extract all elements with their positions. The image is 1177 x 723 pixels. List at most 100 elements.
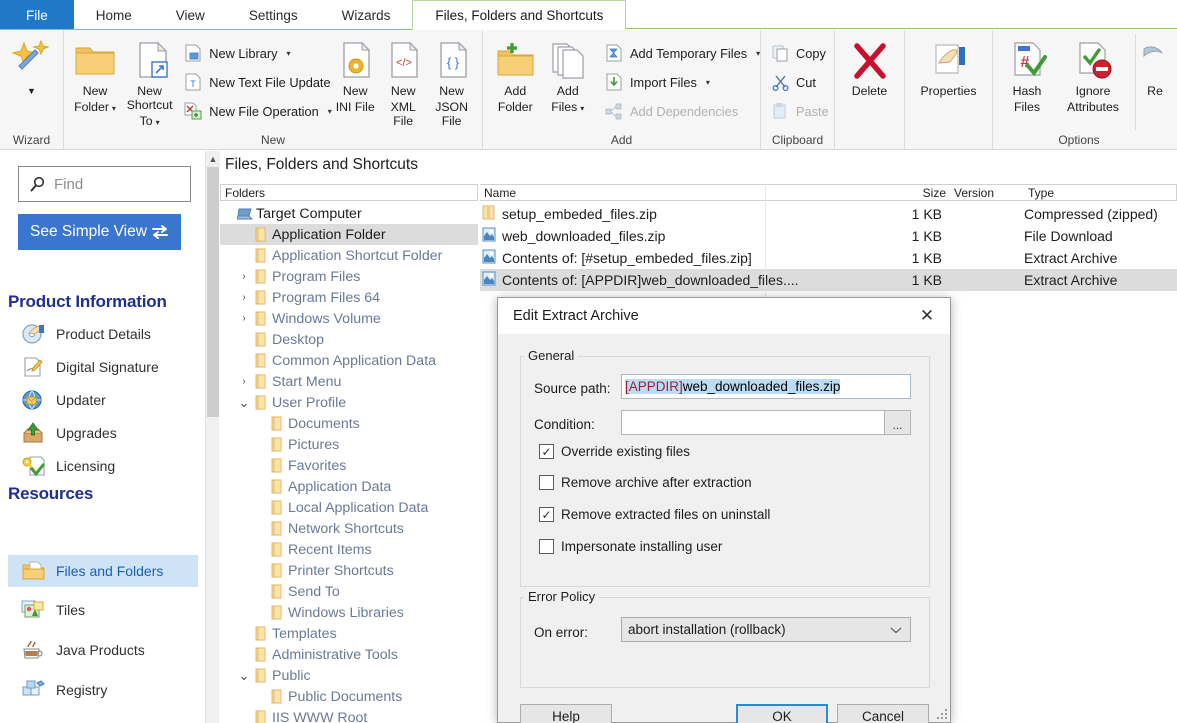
new-text-file-update-button[interactable]: T New Text File Update: [179, 69, 331, 95]
sidebar-item-tiles[interactable]: Tiles: [8, 594, 198, 626]
chevron-down-icon[interactable]: ⌄: [236, 669, 252, 682]
tree-row[interactable]: › Program Files: [220, 266, 478, 287]
ok-button[interactable]: OK: [736, 704, 828, 723]
sidebar-item-digital-signature[interactable]: Digital Signature: [8, 351, 198, 383]
column-header-version[interactable]: Version: [946, 186, 1020, 200]
chevron-right-icon[interactable]: ›: [236, 313, 252, 324]
delete-button[interactable]: Delete: [841, 34, 898, 98]
import-files-caret[interactable]: ▾: [706, 78, 710, 87]
chevron-down-icon[interactable]: ⌄: [236, 396, 252, 409]
sidebar-item-updater[interactable]: Updater: [8, 384, 198, 416]
see-simple-view-button[interactable]: See Simple View: [18, 214, 181, 250]
scroll-up-icon[interactable]: ▲: [206, 151, 220, 167]
wizard-dropdown-caret[interactable]: ▼: [27, 84, 36, 98]
sidebar-item-registry[interactable]: Registry: [8, 674, 198, 706]
tree-row[interactable]: Common Application Data: [220, 350, 478, 371]
table-row[interactable]: Contents of: [APPDIR]web_downloaded_file…: [480, 269, 1177, 291]
tree-row[interactable]: ⌄ User Profile: [220, 392, 478, 413]
new-library-button[interactable]: New Library ▾: [179, 40, 331, 66]
help-button[interactable]: Help: [520, 704, 612, 723]
new-folder-button[interactable]: New Folder ▾: [70, 34, 120, 116]
tree-row[interactable]: Favorites: [220, 455, 478, 476]
dialog-titlebar[interactable]: Edit Extract Archive: [498, 298, 950, 334]
tree-row[interactable]: Administrative Tools: [220, 644, 478, 665]
tree-column-header[interactable]: Folders: [220, 184, 478, 201]
tree-row[interactable]: Documents: [220, 413, 478, 434]
chevron-right-icon[interactable]: ›: [236, 292, 252, 303]
tab-wizards[interactable]: Wizards: [320, 0, 413, 30]
tree-row[interactable]: Local Application Data: [220, 497, 478, 518]
tree-row[interactable]: › Start Menu: [220, 371, 478, 392]
truncated-ribbon-button[interactable]: Re: [1140, 34, 1170, 98]
tree-row[interactable]: Application Shortcut Folder: [220, 245, 478, 266]
sidebar-item-java-products[interactable]: Java Products: [8, 634, 198, 666]
tab-home[interactable]: Home: [74, 0, 154, 30]
tab-files-folders-and-shortcuts[interactable]: Files, Folders and Shortcuts: [412, 0, 627, 30]
checkbox-impersonate-installing-user-box[interactable]: [539, 539, 554, 554]
add-temporary-files-button[interactable]: Add Temporary Files ▾: [600, 40, 760, 66]
tree-row[interactable]: › Windows Volume: [220, 308, 478, 329]
tree-row[interactable]: › Program Files 64: [220, 287, 478, 308]
new-xml-file-button[interactable]: </> New XML File: [379, 34, 427, 128]
new-shortcut-to-button[interactable]: New Shortcut To ▾: [120, 34, 179, 130]
checkbox-remove-archive-after-extraction[interactable]: Remove archive after extraction: [539, 475, 752, 490]
add-folder-button[interactable]: Add Folder: [489, 34, 542, 114]
hash-files-button[interactable]: # Hash Files: [999, 34, 1055, 114]
tab-file[interactable]: File: [0, 0, 74, 30]
checkbox-remove-archive-after-extraction-box[interactable]: [539, 475, 554, 490]
sidebar-item-upgrades[interactable]: Upgrades: [8, 417, 198, 449]
wizard-button[interactable]: ▼: [6, 34, 57, 98]
cut-button[interactable]: Cut: [767, 69, 833, 95]
chevron-right-icon[interactable]: ›: [236, 376, 252, 387]
tree-row[interactable]: Printer Shortcuts: [220, 560, 478, 581]
tree-row[interactable]: Target Computer: [220, 203, 478, 224]
new-file-operation-button[interactable]: New File Operation ▾: [179, 98, 332, 124]
sidebar-scroll-thumb[interactable]: [207, 167, 219, 417]
tree-row[interactable]: ⌄ Public: [220, 665, 478, 686]
table-row[interactable]: web_downloaded_files.zip 1 KB File Downloa…: [480, 225, 1177, 247]
sidebar-item-product-details[interactable]: Product Details: [8, 318, 198, 350]
tree-row[interactable]: IIS WWW Root: [220, 707, 478, 723]
tab-view[interactable]: View: [154, 0, 227, 30]
table-row[interactable]: setup_embeded_files.zip 1 KB Compressed (z…: [480, 203, 1177, 225]
chevron-down-icon[interactable]: [890, 626, 902, 634]
column-header-size[interactable]: Size: [884, 186, 946, 200]
tree-row[interactable]: Network Shortcuts: [220, 518, 478, 539]
new-ini-file-button[interactable]: New INI File: [331, 34, 379, 114]
copy-button[interactable]: Copy: [767, 40, 833, 66]
on-error-select[interactable]: abort installation (rollback): [621, 617, 911, 642]
search-input[interactable]: Find: [18, 166, 191, 202]
checkbox-remove-extracted-files-on-uninstall-box[interactable]: ✓: [539, 507, 554, 522]
import-files-button[interactable]: Import Files ▾: [600, 69, 754, 95]
tree-row[interactable]: Pictures: [220, 434, 478, 455]
new-json-file-button[interactable]: { } New JSON File: [427, 34, 476, 128]
checkbox-remove-extracted-files-on-uninstall[interactable]: ✓ Remove extracted files on uninstall: [539, 507, 770, 522]
tree-row[interactable]: Templates: [220, 623, 478, 644]
tree-row[interactable]: Send To: [220, 581, 478, 602]
tree-row[interactable]: Windows Libraries: [220, 602, 478, 623]
add-files-button[interactable]: Add Files ▾: [542, 34, 595, 116]
tab-settings[interactable]: Settings: [227, 0, 320, 30]
column-header-name[interactable]: Name: [484, 186, 884, 200]
table-row[interactable]: Contents of: [#setup_embeded_files.zip] 1…: [480, 247, 1177, 269]
tree-row[interactable]: Application Folder: [220, 224, 478, 245]
checkbox-impersonate-installing-user[interactable]: Impersonate installing user: [539, 539, 722, 554]
cancel-button[interactable]: Cancel: [837, 704, 929, 723]
sidebar-scrollbar[interactable]: ▲: [205, 151, 220, 723]
checkbox-override-existing-files-box[interactable]: ✓: [539, 444, 554, 459]
properties-button[interactable]: Properties: [911, 34, 986, 98]
checkbox-override-existing-files[interactable]: ✓ Override existing files: [539, 444, 690, 459]
sidebar-item-files-and-folders[interactable]: Files and Folders: [8, 555, 198, 587]
tree-row[interactable]: Desktop: [220, 329, 478, 350]
add-temporary-files-caret[interactable]: ▾: [756, 49, 760, 58]
column-header-type[interactable]: Type: [1020, 186, 1176, 200]
new-library-caret[interactable]: ▾: [287, 49, 291, 58]
sidebar-item-licensing[interactable]: Licensing: [8, 450, 198, 482]
ignore-attributes-button[interactable]: Ignore Attributes: [1055, 34, 1131, 114]
tree-row[interactable]: Recent Items: [220, 539, 478, 560]
tree-row[interactable]: Public Documents: [220, 686, 478, 707]
close-icon[interactable]: ✕: [904, 298, 950, 334]
chevron-right-icon[interactable]: ›: [236, 271, 252, 282]
condition-input[interactable]: [621, 410, 885, 435]
tree-row[interactable]: Application Data: [220, 476, 478, 497]
